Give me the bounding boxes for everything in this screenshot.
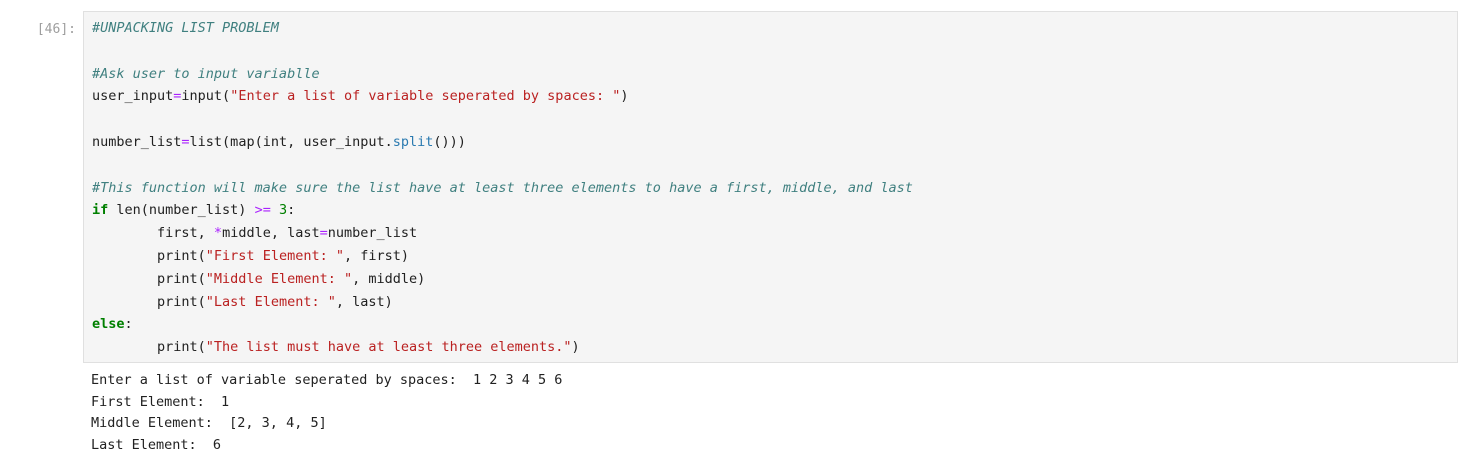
code-text[interactable]: #UNPACKING LIST PROBLEM #Ask user to inpu…	[92, 17, 913, 359]
code-line-5	[92, 108, 913, 131]
code-line-7	[92, 154, 913, 177]
code-line-8: #This function will make sure the list h…	[92, 177, 913, 200]
code-line-10: first, *middle, last=number_list	[92, 222, 913, 245]
output-line: Enter a list of variable seperated by sp…	[91, 370, 562, 392]
code-line-9: if len(number_list) >= 3:	[92, 199, 913, 222]
output-line: First Element: 1	[91, 392, 562, 414]
cell-output: Enter a list of variable seperated by sp…	[91, 370, 562, 456]
execution-count-prompt: [46]:	[20, 19, 76, 41]
code-line-12: print("Middle Element: ", middle)	[92, 268, 913, 291]
code-line-15: print("The list must have at least three…	[92, 336, 913, 359]
code-editor[interactable]: #UNPACKING LIST PROBLEM #Ask user to inpu…	[83, 11, 1458, 363]
code-line-6: number_list=list(map(int, user_input.spl…	[92, 131, 913, 154]
code-line-14: else:	[92, 313, 913, 336]
output-line: Last Element: 6	[91, 435, 562, 456]
notebook-code-cell: [46]: #UNPACKING LIST PROBLEM #Ask user t…	[0, 0, 1468, 448]
code-line-1: #UNPACKING LIST PROBLEM	[92, 17, 913, 40]
code-line-11: print("First Element: ", first)	[92, 245, 913, 268]
code-line-3: #Ask user to input variablle	[92, 63, 913, 86]
code-line-2	[92, 40, 913, 63]
code-line-13: print("Last Element: ", last)	[92, 291, 913, 314]
code-line-4: user_input=input("Enter a list of variab…	[92, 85, 913, 108]
output-line: Middle Element: [2, 3, 4, 5]	[91, 413, 562, 435]
